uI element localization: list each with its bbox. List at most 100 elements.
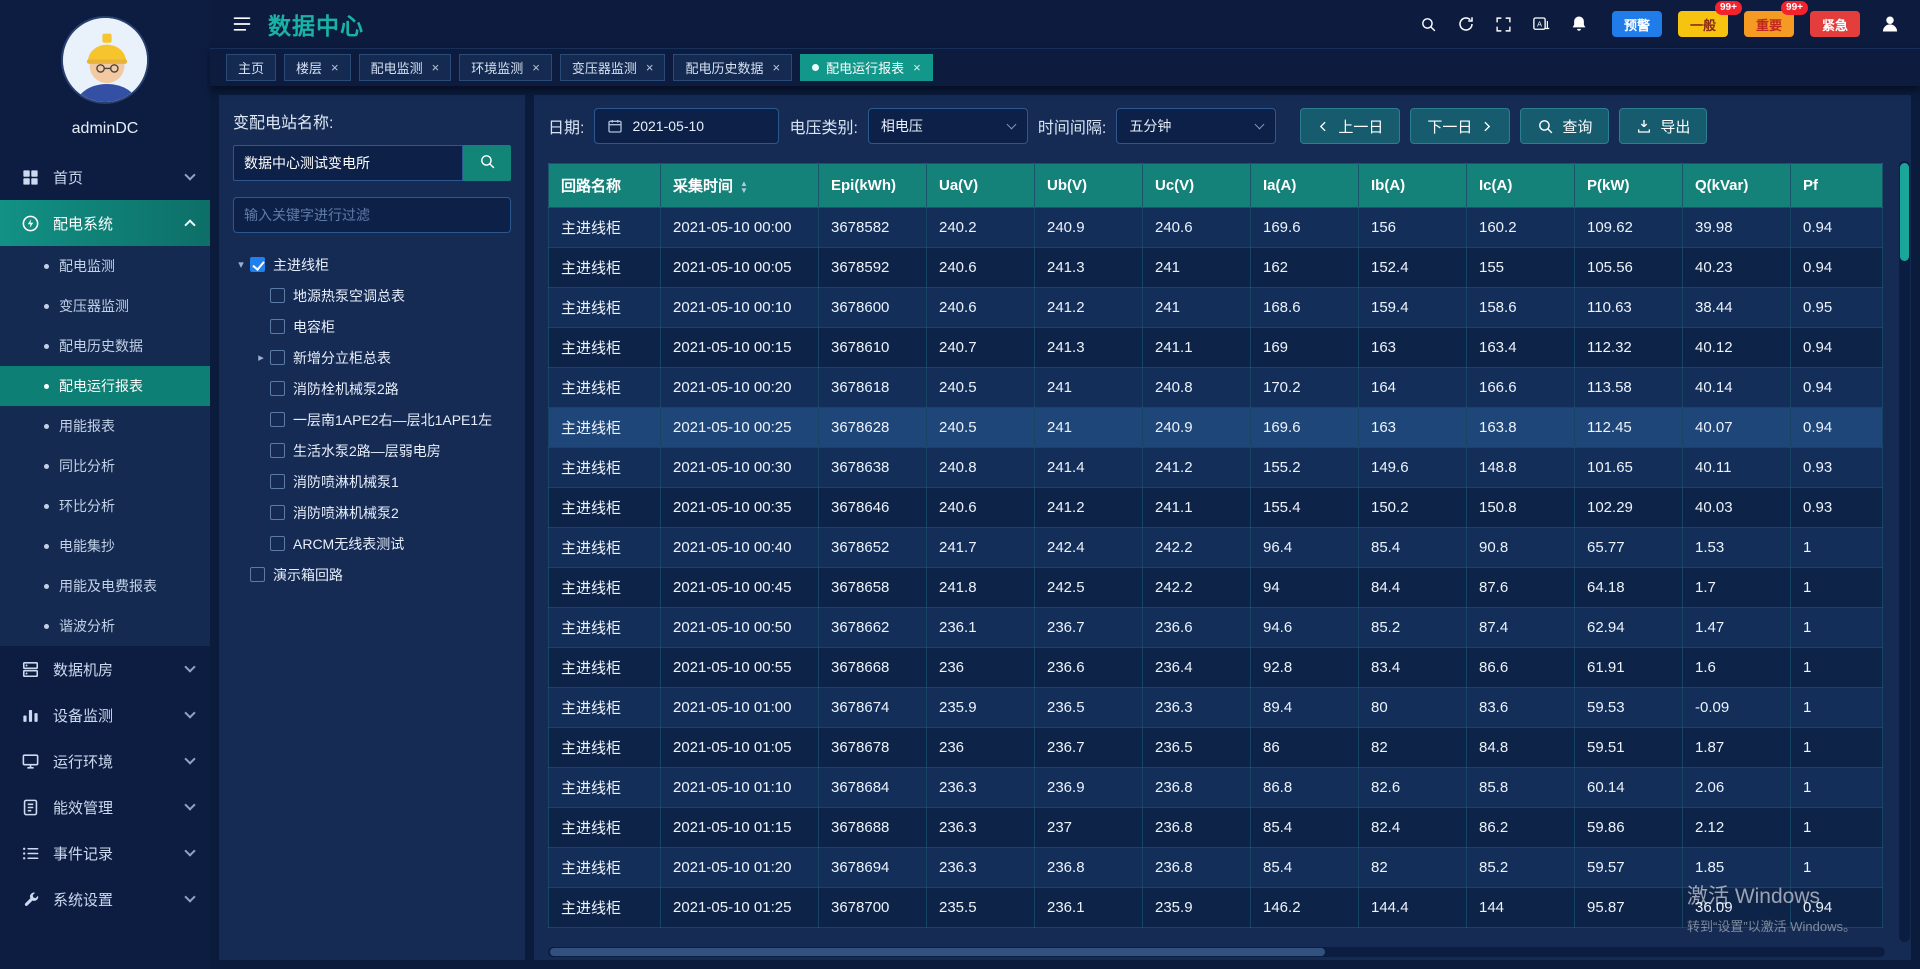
tab-close-icon[interactable]: × (913, 60, 921, 75)
sidebar-item[interactable]: 系统设置 (0, 876, 210, 922)
caret-right-icon[interactable]: ▸ (253, 351, 269, 364)
sidebar-item[interactable]: 首页 (0, 154, 210, 200)
tree-item[interactable]: ARCM无线表测试 (233, 528, 511, 559)
checkbox[interactable] (270, 443, 285, 458)
fullscreen-icon[interactable] (1495, 16, 1512, 33)
menu-toggle-icon[interactable] (232, 14, 252, 34)
horizontal-scrollbar-thumb[interactable] (550, 948, 1325, 956)
checkbox[interactable] (270, 505, 285, 520)
tree-item[interactable]: 一层南1APE2右—层北1APE1左 (233, 404, 511, 435)
tab[interactable]: 主页 (226, 54, 276, 81)
sidebar-item[interactable]: 数据机房 (0, 646, 210, 692)
checkbox[interactable] (270, 319, 285, 334)
table-row[interactable]: 主进线柜2021-05-10 00:453678658241.8242.5242… (549, 568, 1883, 608)
table-row[interactable]: 主进线柜2021-05-10 01:153678688236.3237236.8… (549, 808, 1883, 848)
tree-item[interactable]: 消防喷淋机械泵2 (233, 497, 511, 528)
table-row[interactable]: 主进线柜2021-05-10 00:203678618240.5241240.8… (549, 368, 1883, 408)
station-input[interactable] (233, 145, 463, 181)
tree-item[interactable]: 消防栓机械泵2路 (233, 373, 511, 404)
sidebar-item[interactable]: 运行环境 (0, 738, 210, 784)
date-picker[interactable]: 2021-05-10 (594, 108, 779, 144)
tree-item[interactable]: 电容柜 (233, 311, 511, 342)
next-day-button[interactable]: 下一日 (1410, 108, 1510, 144)
sidebar-subitem[interactable]: 变压器监测 (0, 286, 210, 326)
tab[interactable]: 环境监测× (459, 54, 552, 81)
table-row[interactable]: 主进线柜2021-05-10 01:203678694236.3236.8236… (549, 848, 1883, 888)
tab-close-icon[interactable]: × (331, 60, 339, 75)
table-row[interactable]: 主进线柜2021-05-10 00:053678592240.6241.3241… (549, 248, 1883, 288)
tab[interactable]: 变压器监测× (560, 54, 666, 81)
export-button[interactable]: 导出 (1619, 108, 1707, 144)
table-row[interactable]: 主进线柜2021-05-10 00:003678582240.2240.9240… (549, 208, 1883, 248)
vertical-scrollbar[interactable] (1899, 161, 1910, 942)
sidebar-subitem[interactable]: 谐波分析 (0, 606, 210, 646)
sidebar-subitem[interactable]: 配电监测 (0, 246, 210, 286)
table-row[interactable]: 主进线柜2021-05-10 00:503678662236.1236.7236… (549, 608, 1883, 648)
sidebar-subitem[interactable]: 配电历史数据 (0, 326, 210, 366)
table-row[interactable]: 主进线柜2021-05-10 01:253678700235.5236.1235… (549, 888, 1883, 928)
table-row[interactable]: 主进线柜2021-05-10 01:003678674235.9236.5236… (549, 688, 1883, 728)
table-row[interactable]: 主进线柜2021-05-10 00:553678668236236.6236.4… (549, 648, 1883, 688)
tree-item[interactable]: ▾主进线柜 (233, 249, 511, 280)
sidebar-subitem[interactable]: 电能集抄 (0, 526, 210, 566)
table-row[interactable]: 主进线柜2021-05-10 00:403678652241.7242.4242… (549, 528, 1883, 568)
font-size-icon[interactable]: A (1532, 15, 1550, 33)
station-search-button[interactable] (463, 145, 511, 181)
search-icon[interactable] (1420, 16, 1437, 33)
sidebar-item[interactable]: 设备监测 (0, 692, 210, 738)
tab-close-icon[interactable]: × (532, 60, 540, 75)
user-icon[interactable] (1880, 14, 1900, 34)
vertical-scrollbar-thumb[interactable] (1900, 163, 1909, 261)
table-row[interactable]: 主进线柜2021-05-10 01:053678678236236.7236.5… (549, 728, 1883, 768)
tab[interactable]: 楼层× (284, 54, 351, 81)
checkbox[interactable] (270, 412, 285, 427)
sidebar-subitem[interactable]: 环比分析 (0, 486, 210, 526)
checkbox[interactable] (250, 257, 265, 272)
sidebar-subitem[interactable]: 同比分析 (0, 446, 210, 486)
sidebar-item[interactable]: 配电系统 (0, 200, 210, 246)
tab-close-icon[interactable]: × (772, 60, 780, 75)
horizontal-scrollbar[interactable] (548, 947, 1885, 957)
table-row[interactable]: 主进线柜2021-05-10 00:253678628240.5241240.9… (549, 408, 1883, 448)
alarm-button[interactable]: 预警 (1612, 11, 1662, 37)
table-cell: 235.5 (927, 888, 1035, 928)
sidebar-subitem[interactable]: 用能报表 (0, 406, 210, 446)
column-header[interactable]: 采集时间▲▼ (661, 164, 819, 208)
sidebar-subitem[interactable]: 用能及电费报表 (0, 566, 210, 606)
sidebar-item[interactable]: 事件记录 (0, 830, 210, 876)
bell-icon[interactable] (1570, 15, 1588, 33)
checkbox[interactable] (270, 288, 285, 303)
alarm-button[interactable]: 紧急 (1810, 11, 1860, 37)
tree-item[interactable]: 生活水泵2路—层弱电房 (233, 435, 511, 466)
tab[interactable]: 配电运行报表× (800, 54, 933, 81)
checkbox[interactable] (270, 536, 285, 551)
checkbox[interactable] (270, 381, 285, 396)
caret-down-icon[interactable]: ▾ (233, 258, 249, 271)
prev-day-button[interactable]: 上一日 (1300, 108, 1400, 144)
avatar[interactable] (0, 0, 210, 110)
checkbox[interactable] (270, 474, 285, 489)
tab[interactable]: 配电历史数据× (673, 54, 792, 81)
tree-item[interactable]: ▸新增分立柜总表 (233, 342, 511, 373)
refresh-icon[interactable] (1457, 15, 1475, 33)
table-row[interactable]: 主进线柜2021-05-10 00:303678638240.8241.4241… (549, 448, 1883, 488)
tab-close-icon[interactable]: × (432, 60, 440, 75)
query-button[interactable]: 查询 (1520, 108, 1609, 144)
interval-select[interactable]: 五分钟 (1116, 108, 1276, 144)
table-row[interactable]: 主进线柜2021-05-10 01:103678684236.3236.9236… (549, 768, 1883, 808)
table-row[interactable]: 主进线柜2021-05-10 00:153678610240.7241.3241… (549, 328, 1883, 368)
table-row[interactable]: 主进线柜2021-05-10 00:353678646240.6241.2241… (549, 488, 1883, 528)
tree-item[interactable]: 地源热泵空调总表 (233, 280, 511, 311)
sidebar-subitem[interactable]: 配电运行报表 (0, 366, 210, 406)
voltage-type-select[interactable]: 相电压 (868, 108, 1028, 144)
sidebar-item[interactable]: 能效管理 (0, 784, 210, 830)
table-row[interactable]: 主进线柜2021-05-10 00:103678600240.6241.2241… (549, 288, 1883, 328)
tree-filter-input[interactable] (233, 197, 511, 233)
tree-item[interactable]: 消防喷淋机械泵1 (233, 466, 511, 497)
tab-close-icon[interactable]: × (646, 60, 654, 75)
tree-item[interactable]: 演示箱回路 (233, 559, 511, 590)
checkbox[interactable] (270, 350, 285, 365)
checkbox[interactable] (250, 567, 265, 582)
tab[interactable]: 配电监测× (359, 54, 452, 81)
sort-icon[interactable]: ▲▼ (740, 180, 748, 194)
